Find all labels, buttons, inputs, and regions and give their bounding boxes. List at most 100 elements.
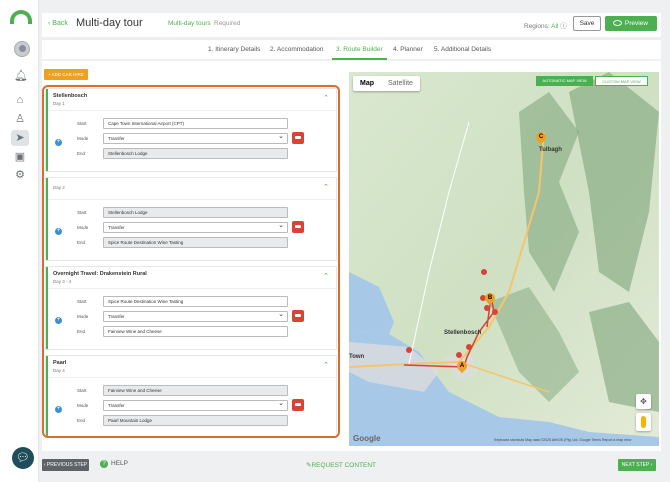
end-field: Stellenbosch Lodge (103, 148, 288, 159)
car-icon[interactable] (292, 132, 304, 144)
image-icon[interactable]: ▣ (14, 151, 26, 163)
request-content-label: REQUEST CONTENT (311, 462, 376, 469)
route-card-body: + Start Stellenbosch Lodge Mode Transfer… (48, 199, 336, 260)
end-field: Paarl Mountain Lodge (103, 415, 288, 426)
start-label: Start (77, 210, 87, 215)
car-marker-icon[interactable] (466, 344, 472, 350)
logo-icon[interactable] (10, 10, 32, 24)
car-marker-icon[interactable] (481, 269, 487, 275)
route-map[interactable]: C B A Tulbagh Town Stellenbosch Map Sate… (349, 72, 659, 446)
save-button[interactable]: Save (573, 16, 601, 31)
map-attribution[interactable]: Keyboard shortcuts Map data ©2025 AfriGI… (494, 438, 632, 442)
preview-button[interactable]: Preview (605, 16, 657, 31)
route-card-body: + Start Spice Route Destination Wine Tas… (48, 288, 336, 349)
bell-icon[interactable]: 🔔︎ (14, 70, 28, 82)
end-field[interactable]: Fairview Wine and Cheese (103, 326, 288, 337)
chevron-up-icon[interactable]: ⌃ (323, 361, 329, 369)
regions-value: All (551, 23, 559, 30)
start-field: Fairview Wine and Cheese (103, 385, 288, 396)
chevron-up-icon[interactable]: ⌃ (323, 272, 329, 280)
custom-map-view-button[interactable]: CUSTOM MAP VIEW (595, 76, 648, 86)
send-icon[interactable]: ➤ (11, 130, 29, 146)
next-step-button[interactable]: NEXT STEP › (618, 459, 656, 471)
car-icon[interactable] (292, 310, 304, 322)
help-link[interactable]: ? HELP (100, 460, 128, 468)
tab-itinerary-details[interactable]: 1. Itinerary Details (208, 46, 260, 53)
tab-route-builder[interactable]: 3. Route Builder (332, 46, 387, 60)
mode-select[interactable]: Transfer (103, 221, 288, 233)
mode-select[interactable]: Transfer (103, 132, 288, 144)
automatic-map-view-button[interactable]: AUTOMATIC MAP VIEW (536, 76, 593, 86)
car-marker-icon[interactable] (406, 347, 412, 353)
route-card-header[interactable]: Stellenbosch Day 1 ⌃ (48, 89, 336, 110)
start-label: Start (77, 299, 87, 304)
tab-additional-details[interactable]: 5. Additional Details (434, 46, 491, 53)
previous-step-button[interactable]: ‹ PREVIOUS STEP (42, 459, 89, 471)
mode-select[interactable]: Transfer (103, 310, 288, 322)
add-stop-icon[interactable]: + (55, 406, 62, 413)
users-icon[interactable]: ♙ (14, 113, 26, 125)
start-label: Start (77, 121, 87, 126)
home-icon[interactable]: ⌂ (14, 94, 26, 106)
help-label: HELP (111, 460, 128, 467)
google-logo: Google (353, 434, 381, 443)
route-builder-panel: + ADD CAR HIRE Stellenbosch Day 1 ⌃ + St… (42, 61, 661, 451)
route-card: Paarl Day 4 ⌃ + Start Fairview Wine and … (46, 356, 336, 436)
route-list: Stellenbosch Day 1 ⌃ + Start Cape Town I… (42, 85, 340, 438)
mode-label: Mode (77, 136, 89, 141)
route-card-body: + Start Fairview Wine and Cheese Mode Tr… (48, 377, 336, 436)
map-tab-satellite[interactable]: Satellite (381, 76, 420, 91)
page-title: Multi-day tour (76, 17, 143, 29)
footer-bar: ‹ PREVIOUS STEP ? HELP ✎REQUEST CONTENT N… (42, 451, 661, 477)
route-card-header[interactable]: Day 2 ⌃ (48, 178, 336, 199)
avatar[interactable] (14, 41, 30, 57)
regions-filter[interactable]: Regions: All ⓘ (524, 20, 567, 30)
start-label: Start (77, 388, 87, 393)
add-stop-icon[interactable]: + (55, 139, 62, 146)
map-type-toggle: Map Satellite (353, 76, 420, 91)
end-label: End (77, 151, 86, 156)
map-tab-map[interactable]: Map (353, 76, 381, 91)
car-marker-icon[interactable] (492, 309, 498, 315)
back-link[interactable]: ‹ Back (48, 20, 68, 27)
route-card-header[interactable]: Paarl Day 4 ⌃ (48, 356, 336, 377)
city-label: Town (349, 354, 365, 360)
mode-select[interactable]: Transfer (103, 399, 288, 411)
route-card-header[interactable]: Overnight Travel: Drakenstein Rural Day … (48, 267, 336, 288)
route-day: Day 4 (53, 368, 65, 373)
car-icon[interactable] (292, 221, 304, 233)
map-canvas[interactable] (349, 72, 659, 446)
pegman-icon[interactable] (636, 413, 651, 431)
add-stop-icon[interactable]: + (55, 317, 62, 324)
settings-icon[interactable]: ⚙ (14, 169, 26, 181)
route-card: Stellenbosch Day 1 ⌃ + Start Cape Town I… (46, 89, 336, 171)
start-field[interactable]: Spice Route Destination Wine Tasting (103, 296, 288, 307)
mode-label: Mode (77, 314, 89, 319)
car-marker-icon[interactable] (456, 352, 462, 358)
chat-icon[interactable]: 💬︎ (12, 447, 34, 469)
route-day: Day 2 (53, 185, 65, 190)
start-field[interactable]: Cape Town International Airport (CPT) (103, 118, 288, 129)
eye-icon (613, 20, 622, 26)
chevron-up-icon[interactable]: ⌃ (323, 183, 329, 191)
route-day: Day 1 (53, 101, 65, 106)
breadcrumb-link[interactable]: Multi-day tours (168, 20, 211, 27)
end-label: End (77, 329, 86, 334)
request-content-link[interactable]: ✎REQUEST CONTENT (306, 461, 376, 469)
route-card: Day 2 ⌃ + Start Stellenbosch Lodge Mode … (46, 178, 336, 260)
tab-accommodation[interactable]: 2. Accommodation (270, 46, 323, 53)
pan-control-icon[interactable]: ✥ (636, 394, 651, 409)
tab-planner[interactable]: 4. Planner (393, 46, 423, 53)
preview-label: Preview (624, 20, 648, 27)
marker-label: C (538, 134, 544, 140)
add-stop-icon[interactable]: + (55, 228, 62, 235)
start-field: Stellenbosch Lodge (103, 207, 288, 218)
add-car-hire-button[interactable]: + ADD CAR HIRE (44, 69, 88, 80)
car-marker-icon[interactable] (484, 305, 490, 311)
mode-label: Mode (77, 403, 89, 408)
route-day: Day 3 - 4 (53, 279, 72, 284)
step-tabs: 1. Itinerary Details 2. Accommodation 3.… (42, 39, 661, 60)
chevron-up-icon[interactable]: ⌃ (323, 94, 329, 102)
route-card: Overnight Travel: Drakenstein Rural Day … (46, 267, 336, 349)
car-icon[interactable] (292, 399, 304, 411)
